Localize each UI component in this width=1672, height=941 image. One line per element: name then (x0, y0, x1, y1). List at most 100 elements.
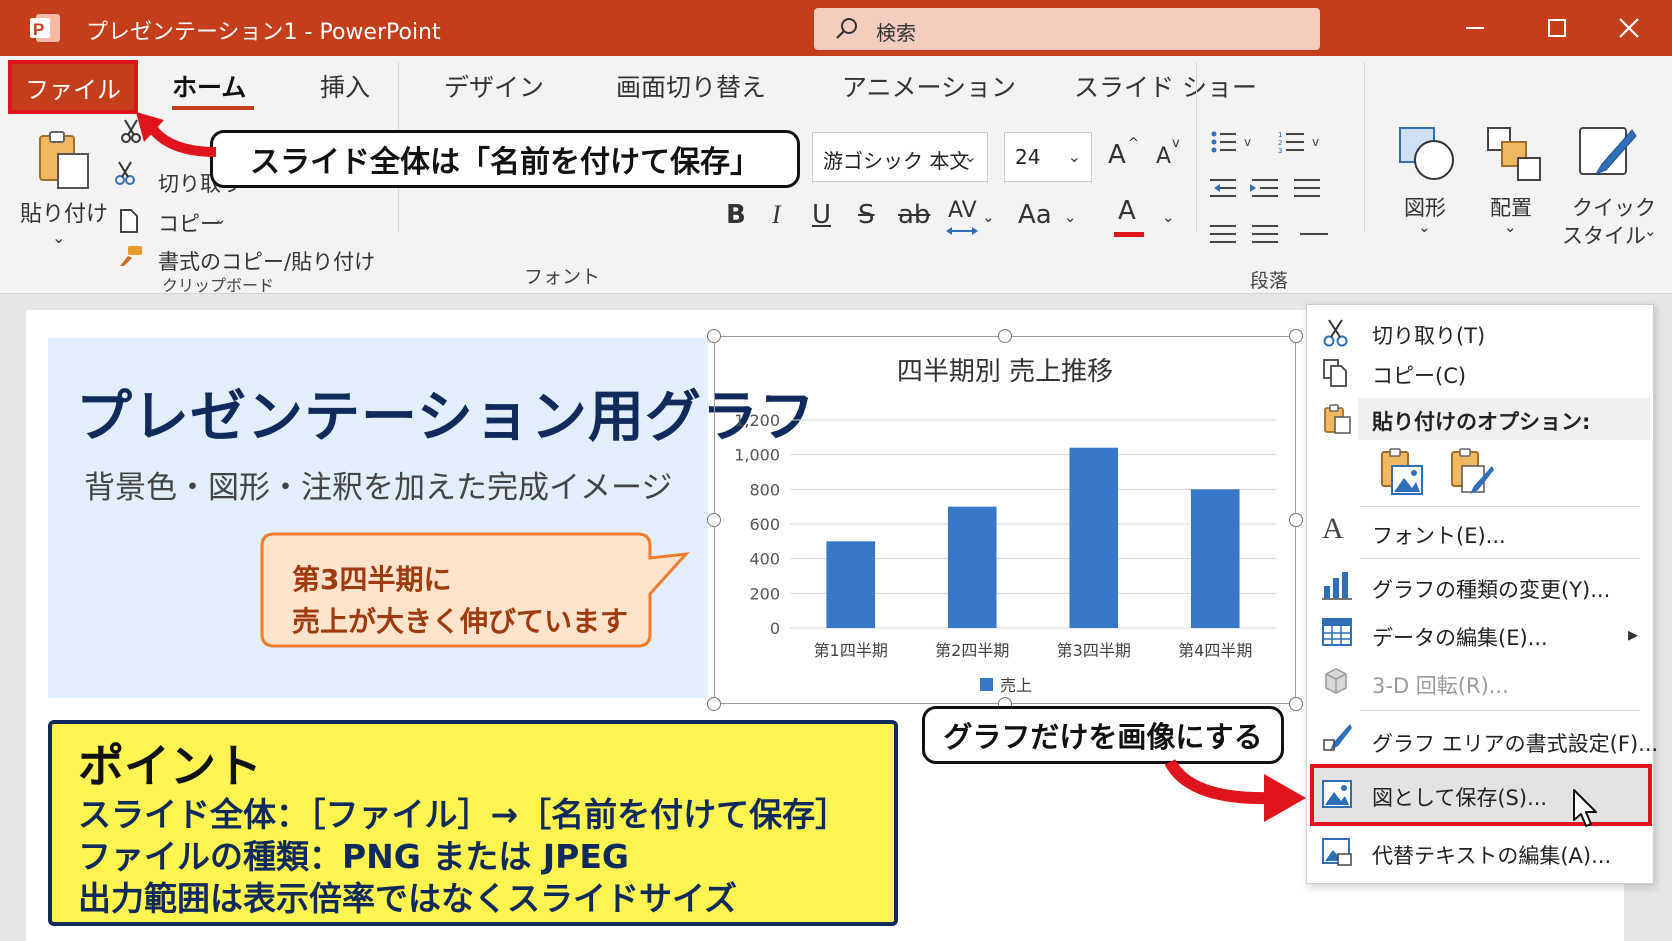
tab-slide-show[interactable]: スライド ショー (1074, 68, 1257, 104)
copy-icon (1323, 359, 1347, 387)
chevron-down-icon[interactable]: ⌄ (1064, 208, 1077, 226)
font-group-label: フォント (524, 266, 601, 288)
legend-label: 売上 (1000, 676, 1032, 695)
shapes-icon[interactable] (1398, 126, 1456, 182)
paragraph-buttons-icon[interactable]: v 123 v (1208, 128, 1334, 258)
tab-transitions[interactable]: 画面切り替え (616, 68, 766, 104)
menu-divider (1360, 710, 1640, 711)
strikethrough-button[interactable]: S (858, 200, 875, 230)
legend-swatch (980, 678, 993, 691)
grow-font-button[interactable]: A (1108, 140, 1126, 170)
quick-styles-label-1[interactable]: クイック (1572, 192, 1656, 222)
char-spacing-button[interactable]: AV (948, 198, 977, 223)
menu-item-format-chart-area[interactable]: グラフ エリアの書式設定(F)... (1372, 728, 1658, 758)
picture-icon (1322, 780, 1352, 808)
format-painter-icon[interactable] (118, 244, 144, 268)
resize-handle[interactable] (707, 697, 721, 711)
copy-button[interactable]: コピー (158, 208, 221, 238)
slide-subtitle[interactable]: 背景色・図形・注釈を加えた完成イメージ (84, 462, 672, 507)
font-size-combo[interactable]: 24 ⌄ (1004, 132, 1092, 182)
bar-chart[interactable]: 四半期別 売上推移 0 200 400 600 800 1,000 1,200 第1四半期 第2四… (714, 336, 1296, 704)
resize-handle[interactable] (1289, 329, 1303, 343)
underline-button[interactable]: U (812, 200, 831, 230)
menu-paste-options-header: 貼り付けのオプション: (1372, 410, 1591, 434)
font-size-value: 24 (1015, 145, 1041, 169)
spacing-arrow-icon (946, 227, 978, 235)
chevron-down-icon[interactable]: ⌄ (1418, 218, 1431, 236)
bubble-text-line-2: 売上が大きく伸びています (292, 605, 629, 638)
caret-up-icon: ^ (1128, 136, 1139, 151)
search-icon (836, 18, 857, 39)
tab-insert[interactable]: 挿入 (320, 68, 370, 104)
close-icon[interactable] (1604, 8, 1654, 48)
resize-handle[interactable] (707, 329, 721, 343)
menu-item-3d-rotation: 3-D 回転(R)... (1372, 674, 1509, 698)
resize-handle[interactable] (998, 329, 1012, 343)
resize-handle[interactable] (1289, 513, 1303, 527)
y-tick-label: 200 (749, 584, 780, 603)
menu-item-copy[interactable]: コピー(C) (1372, 360, 1466, 390)
chart-type-icon (1322, 572, 1352, 600)
arrange-icon[interactable] (1486, 126, 1542, 182)
paste-dropdown-chevron-icon[interactable]: ⌄ (52, 228, 65, 247)
paste-button-label[interactable]: 貼り付け (20, 196, 108, 228)
quick-styles-icon[interactable] (1576, 124, 1638, 184)
point-line-1: スライド全体：［ファイル］→［名前を付けて保存］ (78, 795, 849, 834)
menu-item-cut[interactable]: 切り取り(T) (1372, 320, 1485, 350)
mouse-cursor-icon (1573, 789, 1597, 827)
bold-button[interactable]: B (726, 200, 746, 230)
svg-text:1: 1 (1278, 131, 1282, 139)
resize-handle[interactable] (1289, 697, 1303, 711)
menu-item-edit-data[interactable]: データの編集(E)... (1372, 622, 1548, 652)
tab-file[interactable]: ファイル (8, 60, 138, 114)
maximize-icon[interactable] (1532, 8, 1582, 48)
chart-bar (1190, 489, 1240, 628)
data-table-icon (1322, 618, 1352, 646)
shrink-font-button[interactable]: A (1156, 144, 1171, 169)
font-icon: A (1322, 512, 1344, 545)
tab-animations[interactable]: アニメーション (842, 68, 1016, 104)
change-case-button[interactable]: Aa (1018, 200, 1052, 230)
minimize-icon[interactable] (1450, 8, 1500, 48)
menu-item-change-chart-type[interactable]: グラフの種類の変更(Y)... (1372, 574, 1610, 604)
quick-styles-label-2[interactable]: スタイル (1562, 220, 1646, 250)
chart-bar (947, 506, 997, 628)
svg-text:P: P (33, 20, 44, 39)
chart-bar (1069, 447, 1119, 628)
menu-item-save-as-picture[interactable]: 図として保存(S)... (1372, 782, 1547, 812)
resize-handle[interactable] (707, 513, 721, 527)
point-line-3: 出力範囲は表示倍率ではなくスライドサイズ (78, 879, 738, 918)
chevron-down-icon[interactable]: ⌄ (1504, 218, 1517, 236)
slide-title[interactable]: プレゼンテーション用グラフ (76, 372, 816, 453)
italic-button[interactable]: I (772, 200, 781, 230)
chevron-down-icon[interactable]: ⌄ (982, 208, 995, 226)
paragraph-group-label: 段落 (1250, 270, 1289, 292)
clipboard-group-label: クリップボード (162, 276, 275, 295)
font-color-button[interactable]: A (1118, 196, 1136, 226)
copy-icon[interactable] (118, 208, 140, 234)
strike-ab-button[interactable]: ab (898, 200, 930, 230)
x-tick-label: 第1四半期 (814, 641, 888, 660)
point-title: ポイント (78, 739, 262, 793)
chevron-down-icon[interactable]: ⌄ (1162, 208, 1175, 226)
y-tick-label: 1,000 (734, 446, 780, 465)
red-arrow-to-file-tab (136, 112, 217, 157)
alt-text-icon (1322, 838, 1352, 866)
menu-item-font[interactable]: フォント(E)... (1372, 520, 1506, 550)
copy-chevron-icon[interactable]: ⌄ (214, 210, 227, 228)
chevron-down-icon[interactable]: ⌄ (1644, 222, 1657, 240)
callout-chart-only: グラフだけを画像にする (922, 706, 1284, 764)
paste-as-picture-icon[interactable] (1378, 448, 1424, 496)
menu-item-edit-alt-text[interactable]: 代替テキストの編集(A)... (1372, 840, 1611, 870)
x-tick-label: 第3四半期 (1057, 641, 1131, 660)
chart-title: 四半期別 売上推移 (897, 357, 1113, 387)
caret-down-icon: v (1172, 136, 1180, 151)
paste-icon[interactable] (34, 130, 94, 192)
search-box[interactable]: 検索 (814, 8, 1320, 50)
keep-formatting-icon[interactable] (1448, 448, 1494, 496)
font-name-combo[interactable]: 游ゴシック 本文 ⌄ (812, 132, 988, 182)
tab-home[interactable]: ホーム (172, 68, 246, 104)
menu-divider (1360, 558, 1640, 559)
tab-design[interactable]: デザイン (444, 68, 544, 104)
point-line-2: ファイルの種類：PNG または JPEG (78, 837, 629, 876)
